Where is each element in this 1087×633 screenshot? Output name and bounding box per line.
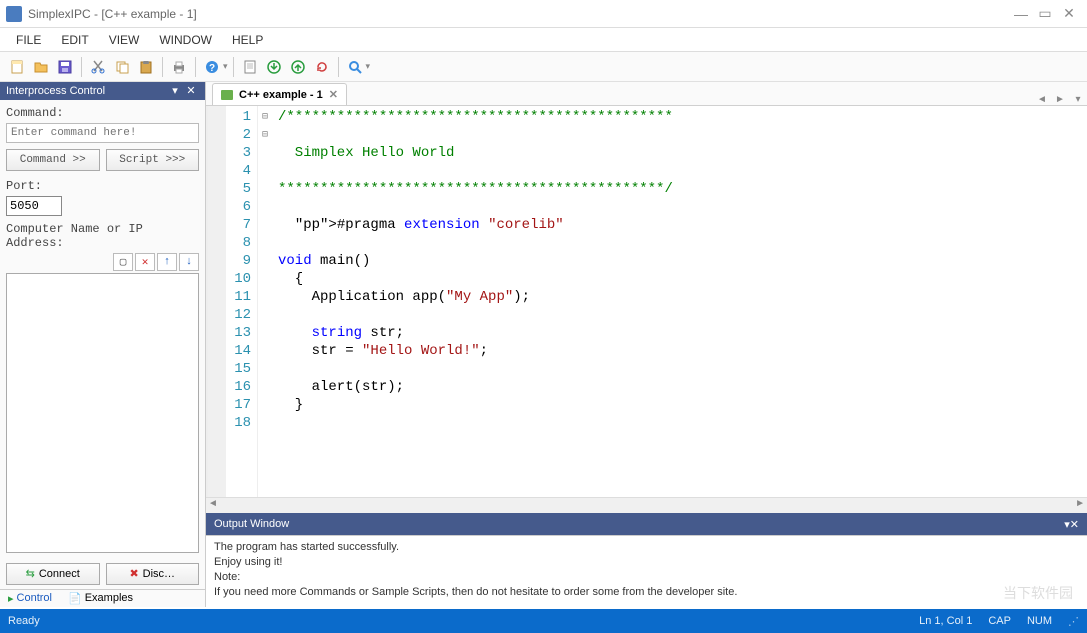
fold-gutter[interactable]: ⊟ ⊟ <box>258 106 272 497</box>
status-num: NUM <box>1027 615 1052 627</box>
svg-text:?: ? <box>209 63 215 74</box>
close-button[interactable]: ✕ <box>1057 4 1081 24</box>
output-header: Output Window ▾ ✕ <box>206 513 1087 535</box>
code-editor[interactable]: 1 2 3 4 5 6 7 8 9 10 11 12 13 14 15 16 1… <box>206 106 1087 497</box>
open-folder-icon[interactable] <box>30 56 52 78</box>
editor-tab[interactable]: C++ example - 1 ✕ <box>212 83 347 105</box>
delete-ip-icon[interactable]: ✕ <box>135 253 155 271</box>
editor-area: C++ example - 1 ✕ ◄ ► ▾ 1 2 3 4 5 6 7 8 … <box>206 82 1087 607</box>
pin-icon[interactable]: ▾ <box>167 84 183 97</box>
sidebar-tabs: ▸Control 📄Examples <box>0 589 205 607</box>
title-bar: SimplexIPC - [C++ example - 1] — ▭ ✕ <box>0 0 1087 28</box>
refresh-icon[interactable] <box>311 56 333 78</box>
move-up-icon[interactable]: ↑ <box>157 253 177 271</box>
connect-button[interactable]: ⇆Connect <box>6 563 100 585</box>
output-close-icon[interactable]: ✕ <box>1070 518 1079 531</box>
save-icon[interactable] <box>54 56 76 78</box>
sidebar-title: Interprocess Control <box>6 85 105 97</box>
paste-icon[interactable] <box>135 56 157 78</box>
open-ip-icon[interactable]: ▢ <box>113 253 133 271</box>
tab-examples[interactable]: 📄Examples <box>64 590 137 607</box>
move-down-icon[interactable]: ↓ <box>179 253 199 271</box>
editor-tab-label: C++ example - 1 <box>239 89 323 101</box>
command-input[interactable] <box>6 123 199 143</box>
sidebar: Interprocess Control ▾ ✕ Command: Comman… <box>0 82 206 607</box>
ip-toolbar: ▢ ✕ ↑ ↓ <box>6 253 199 271</box>
copy-icon[interactable] <box>111 56 133 78</box>
minimize-button[interactable]: — <box>1009 4 1033 24</box>
status-bar: Ready Ln 1, Col 1 CAP NUM ⋰ <box>0 609 1087 633</box>
print-icon[interactable] <box>168 56 190 78</box>
status-cap: CAP <box>988 615 1011 627</box>
script-button[interactable]: Script >>> <box>106 149 200 171</box>
code-text[interactable]: /***************************************… <box>272 106 1087 497</box>
cpp-file-icon <box>221 90 233 100</box>
sidebar-body: Command: Command >> Script >>> Port: Com… <box>0 100 205 559</box>
tab-close-icon[interactable]: ✕ <box>329 88 338 101</box>
toolbar: ? ▾ ▾ <box>0 52 1087 82</box>
horizontal-scrollbar[interactable] <box>206 497 1087 513</box>
status-ready: Ready <box>8 615 40 627</box>
output-body[interactable]: The program has started successfully.Enj… <box>206 535 1087 607</box>
tab-next-icon[interactable]: ► <box>1051 94 1069 105</box>
tab-control[interactable]: ▸Control <box>4 590 56 607</box>
editor-tabbar: C++ example - 1 ✕ ◄ ► ▾ <box>206 82 1087 106</box>
command-label: Command: <box>6 106 199 120</box>
ip-label: Computer Name or IP Address: <box>6 222 199 250</box>
port-label: Port: <box>6 179 199 193</box>
main-area: Interprocess Control ▾ ✕ Command: Comman… <box>0 82 1087 607</box>
tab-menu-icon[interactable]: ▾ <box>1069 94 1087 105</box>
sidebar-header: Interprocess Control ▾ ✕ <box>0 82 205 100</box>
app-icon <box>6 6 22 22</box>
port-input[interactable] <box>6 196 62 216</box>
document-icon[interactable] <box>239 56 261 78</box>
status-position: Ln 1, Col 1 <box>919 615 972 627</box>
disconnect-button[interactable]: ✖Disc… <box>106 563 200 585</box>
breakpoint-gutter[interactable] <box>208 106 226 497</box>
cut-icon[interactable] <box>87 56 109 78</box>
download-icon[interactable] <box>263 56 285 78</box>
maximize-button[interactable]: ▭ <box>1033 4 1057 24</box>
menu-view[interactable]: VIEW <box>101 31 148 49</box>
menu-window[interactable]: WINDOW <box>151 31 220 49</box>
menu-edit[interactable]: EDIT <box>53 31 96 49</box>
line-number-gutter: 1 2 3 4 5 6 7 8 9 10 11 12 13 14 15 16 1… <box>226 106 258 497</box>
menu-file[interactable]: FILE <box>8 31 49 49</box>
resize-grip-icon[interactable]: ⋰ <box>1068 615 1079 628</box>
command-button[interactable]: Command >> <box>6 149 100 171</box>
menu-help[interactable]: HELP <box>224 31 271 49</box>
ip-listbox[interactable] <box>6 273 199 553</box>
upload-icon[interactable] <box>287 56 309 78</box>
help-icon[interactable]: ? <box>201 56 223 78</box>
menu-bar: FILE EDIT VIEW WINDOW HELP <box>0 28 1087 52</box>
search-icon[interactable] <box>344 56 366 78</box>
output-title: Output Window <box>214 518 289 530</box>
tab-prev-icon[interactable]: ◄ <box>1033 94 1051 105</box>
panel-close-icon[interactable]: ✕ <box>183 84 199 97</box>
window-title: SimplexIPC - [C++ example - 1] <box>28 7 197 21</box>
new-file-icon[interactable] <box>6 56 28 78</box>
